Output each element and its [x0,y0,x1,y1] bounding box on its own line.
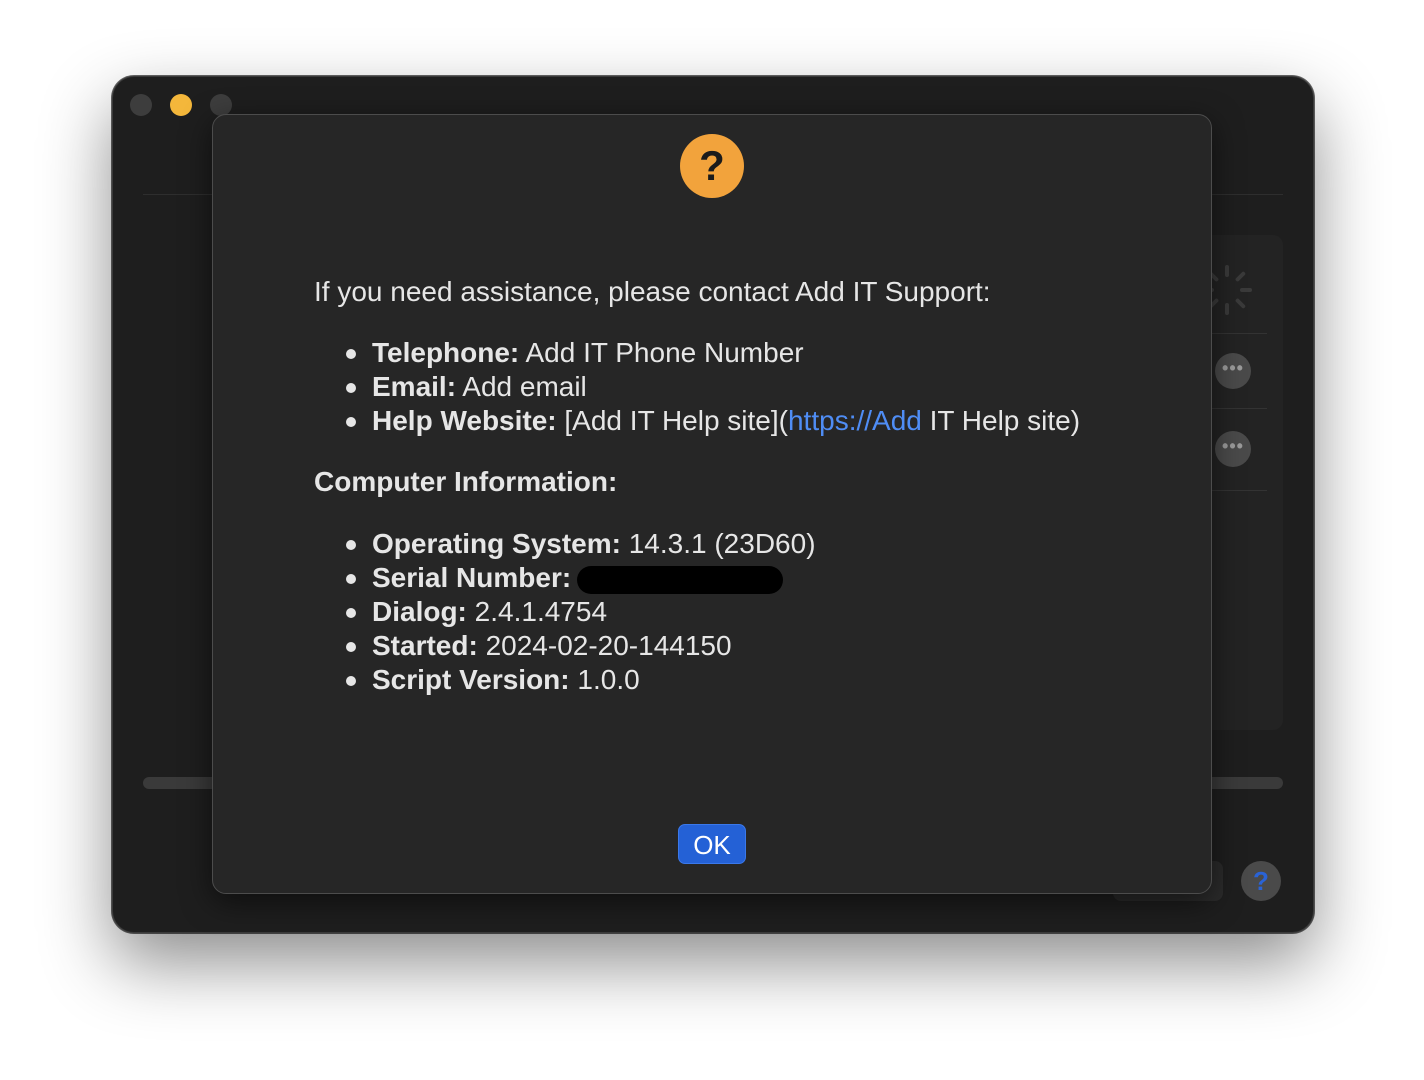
question-mark-icon: ? [680,134,744,198]
help-button[interactable]: ? [1241,861,1281,901]
script-version-value: 1.0.0 [569,664,640,695]
list-item: Operating System: 14.3.1 (23D60) [346,527,1174,561]
minimize-window-button[interactable] [170,94,192,116]
email-label: Email: [372,371,457,402]
list-item: Email: Add email [346,370,1174,404]
more-options-button[interactable]: ••• [1215,353,1251,389]
list-item: Script Version: 1.0.0 [346,663,1174,697]
zoom-window-button[interactable] [210,94,232,116]
telephone-value: Add IT Phone Number [519,337,804,368]
started-value: 2024-02-20-144150 [477,630,732,661]
list-item: Serial Number: [346,561,1174,595]
help-dialog: ? If you need assistance, please contact… [212,114,1212,894]
list-item: Started: 2024-02-20-144150 [346,629,1174,663]
email-value: Add email [456,371,587,402]
contact-list: Telephone: Add IT Phone Number Email: Ad… [314,336,1174,438]
os-value: 14.3.1 (23D60) [620,528,816,559]
started-label: Started: [372,630,478,661]
spinner-icon [1202,265,1252,315]
telephone-label: Telephone: [372,337,520,368]
script-version-label: Script Version: [372,664,570,695]
dialog-message: If you need assistance, please contact A… [314,275,1174,697]
computer-info-title: Computer Information: [314,466,618,497]
dialog-version-label: Dialog: [372,596,467,627]
help-website-suffix: IT Help site) [921,405,1081,436]
intro-text: If you need assistance, please contact A… [314,276,991,307]
dialog-version-value: 2.4.1.4754 [466,596,608,627]
computer-info-list: Operating System: 14.3.1 (23D60) Serial … [314,527,1174,697]
help-website-prefix: [Add IT Help site]( [556,405,788,436]
help-website-label: Help Website: [372,405,557,436]
serial-number-redaction [577,565,784,594]
help-website-link[interactable]: https://Add [788,405,922,436]
ok-button[interactable]: OK [678,824,746,864]
serial-number-label: Serial Number: [372,562,572,593]
close-window-button[interactable] [130,94,152,116]
list-item: Help Website: [Add IT Help site](https:/… [346,404,1174,438]
more-options-button[interactable]: ••• [1215,431,1251,467]
list-item: Telephone: Add IT Phone Number [346,336,1174,370]
list-item: Dialog: 2.4.1.4754 [346,595,1174,629]
os-label: Operating System: [372,528,621,559]
